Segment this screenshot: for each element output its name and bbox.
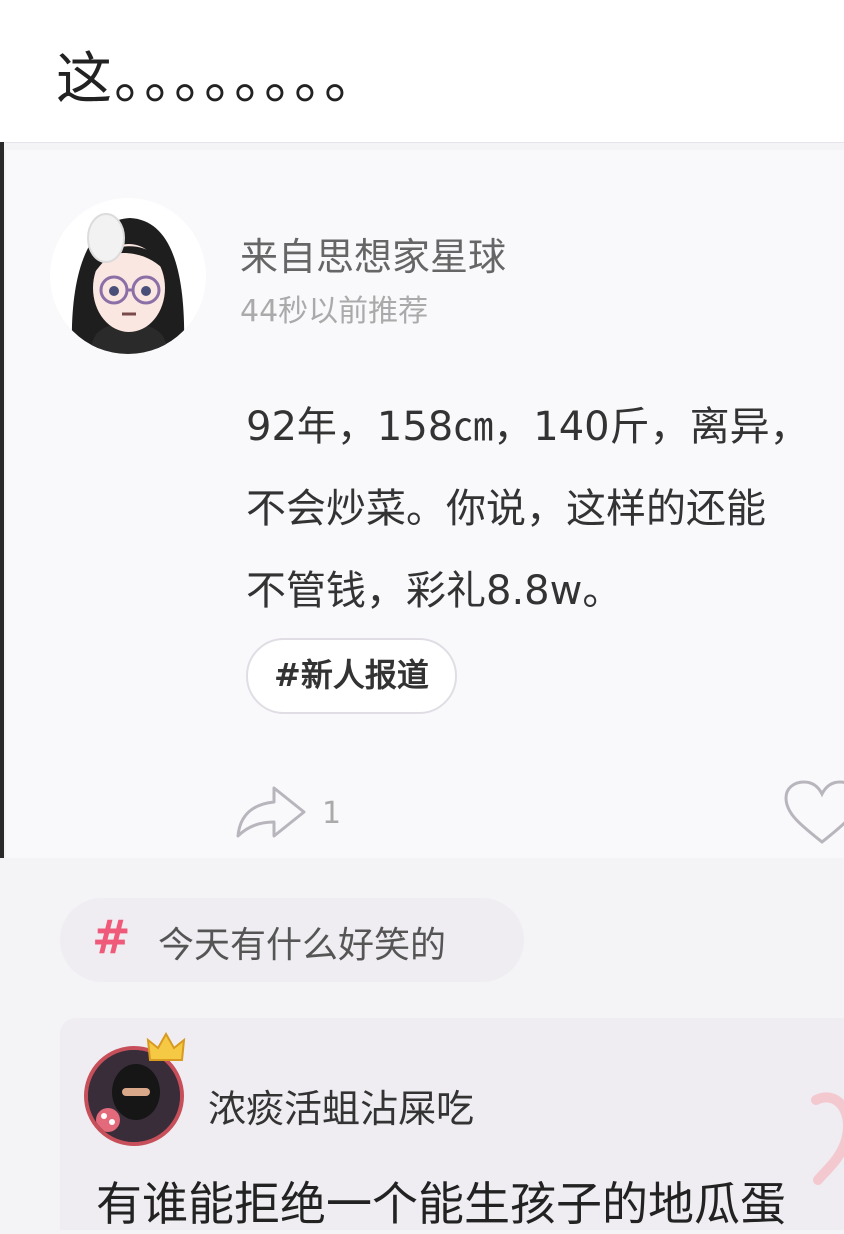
post-line: 92年，158㎝，140斤，离异， — [246, 404, 810, 450]
user-avatar[interactable] — [50, 198, 206, 354]
share-count: 1 — [322, 796, 342, 831]
post-line: 不会炒菜。你说，这样的还能 — [246, 486, 766, 532]
like-button[interactable] — [782, 776, 844, 848]
crown-icon — [146, 1031, 186, 1066]
hash-icon: # — [92, 910, 131, 964]
heart-icon — [784, 780, 844, 844]
left-edge-bar — [0, 142, 4, 858]
post-line: 不管钱，彩礼8.8w。 — [246, 568, 623, 614]
share-icon — [236, 786, 306, 838]
topic-label[interactable]: 今天有什么好笑的 — [158, 916, 446, 968]
post-body[interactable]: 92年，158㎝，140斤，离异， 不会炒菜。你说，这样的还能 不管钱，彩礼8.… — [246, 386, 844, 632]
next-post-text[interactable]: 有谁能拒绝一个能生孩子的地瓜蛋 — [96, 1168, 786, 1234]
next-post-username[interactable]: 浓痰活蛆沾屎吃 — [208, 1078, 474, 1133]
avatar-cartoon-icon — [50, 198, 206, 354]
previous-post-text: 这。。。。。。。。 — [56, 47, 382, 112]
post-username[interactable]: 来自思想家星球 — [240, 226, 506, 281]
topic-tag-button[interactable]: #新人报道 — [246, 638, 457, 714]
share-button[interactable] — [232, 774, 312, 846]
watermark-icon — [806, 1080, 844, 1190]
previous-post-card[interactable]: 这。。。。。。。。 — [0, 0, 844, 143]
post-timestamp: 44秒以前推荐 — [240, 294, 429, 329]
